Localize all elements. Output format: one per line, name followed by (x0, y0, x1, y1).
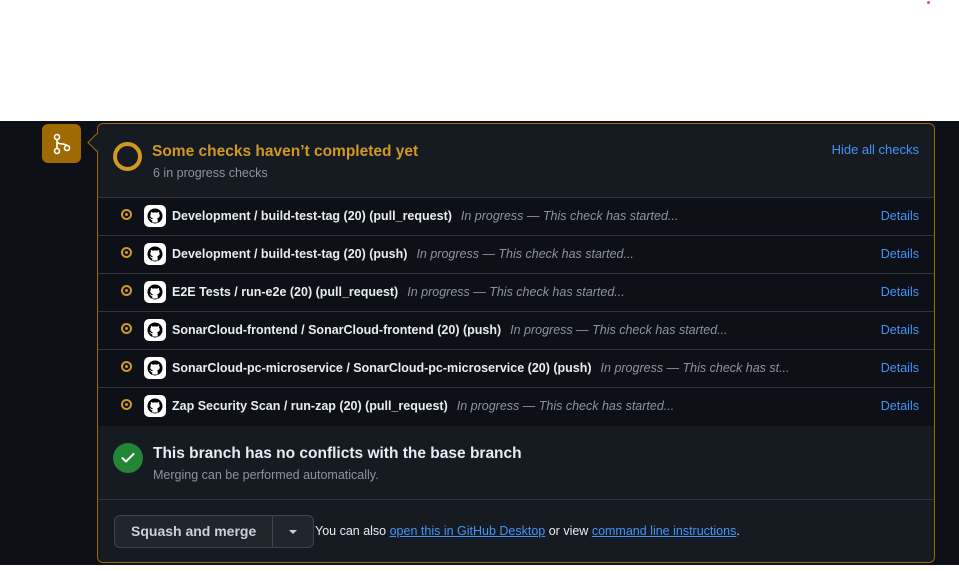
check-status: In progress — This check has started... (416, 247, 634, 261)
github-actions-icon (144, 395, 166, 417)
check-status: In progress — This check has st... (600, 361, 790, 375)
github-actions-icon (144, 319, 166, 341)
check-text: Development / build-test-tag (20) (pull_… (172, 209, 678, 223)
check-status: In progress — This check has started... (510, 323, 728, 337)
check-row: E2E Tests / run-e2e (20) (pull_request) I… (98, 274, 934, 312)
check-name: SonarCloud-frontend / SonarCloud-fronten… (172, 323, 502, 337)
check-list: Development / build-test-tag (20) (pull_… (98, 198, 934, 427)
command-line-instructions-link[interactable]: command line instructions (592, 524, 737, 538)
check-name: SonarCloud-pc-microservice / SonarCloud-… (172, 361, 592, 375)
in-progress-icon (121, 285, 132, 296)
details-link[interactable]: Details (881, 323, 919, 337)
check-row: Development / build-test-tag (20) (pull_… (98, 198, 934, 236)
details-link[interactable]: Details (881, 361, 919, 375)
note-suffix: . (736, 524, 740, 538)
hide-all-checks-link[interactable]: Hide all checks (832, 142, 919, 157)
checks-title: Some checks haven’t completed yet (152, 143, 419, 160)
notification-dot (927, 1, 930, 4)
merge-note: You can also open this in GitHub Desktop… (315, 524, 740, 538)
note-prefix: You can also (315, 524, 387, 538)
in-progress-icon (121, 209, 132, 220)
details-link[interactable]: Details (881, 399, 919, 413)
check-name: E2E Tests / run-e2e (20) (pull_request) (172, 285, 399, 299)
details-link[interactable]: Details (881, 285, 919, 299)
check-row: SonarCloud-frontend / SonarCloud-fronten… (98, 312, 934, 350)
check-row: Zap Security Scan / run-zap (20) (pull_r… (98, 388, 934, 427)
page-bottom-area (0, 565, 959, 571)
github-actions-icon (144, 205, 166, 227)
github-actions-icon (144, 357, 166, 379)
squash-and-merge-button[interactable]: Squash and merge (115, 516, 274, 547)
github-desktop-link[interactable]: open this in GitHub Desktop (390, 524, 546, 538)
chevron-down-icon (289, 529, 298, 534)
github-actions-icon (144, 281, 166, 303)
in-progress-icon (121, 247, 132, 258)
pending-status-icon (113, 142, 142, 171)
note-middle: or view (548, 524, 589, 538)
conflicts-title: This branch has no conflicts with the ba… (153, 445, 522, 462)
in-progress-icon (121, 361, 132, 372)
check-name: Zap Security Scan / run-zap (20) (pull_r… (172, 399, 448, 413)
conflicts-status: This branch has no conflicts with the ba… (98, 426, 934, 500)
check-name: Development / build-test-tag (20) (push) (172, 247, 408, 261)
check-row: SonarCloud-pc-microservice / SonarCloud-… (98, 350, 934, 388)
check-text: Zap Security Scan / run-zap (20) (pull_r… (172, 399, 674, 413)
in-progress-icon (121, 323, 132, 334)
in-progress-icon (121, 399, 132, 410)
merge-actions: Squash and merge You can also open this … (98, 500, 934, 562)
checks-subtitle: 6 in progress checks (153, 166, 268, 180)
git-branch-icon (53, 133, 70, 154)
merge-options-dropdown[interactable] (273, 516, 313, 547)
conflicts-subtitle: Merging can be performed automatically. (153, 468, 379, 482)
check-status: In progress — This check has started... (407, 285, 625, 299)
check-text: SonarCloud-pc-microservice / SonarCloud-… (172, 361, 790, 375)
github-actions-icon (144, 243, 166, 265)
check-text: Development / build-test-tag (20) (push)… (172, 247, 634, 261)
check-text: E2E Tests / run-e2e (20) (pull_request) I… (172, 285, 625, 299)
check-name: Development / build-test-tag (20) (pull_… (172, 209, 452, 223)
merge-status-panel: Some checks haven’t completed yet 6 in p… (97, 123, 935, 563)
check-status: In progress — This check has started... (456, 399, 675, 413)
details-link[interactable]: Details (881, 209, 919, 223)
details-link[interactable]: Details (881, 247, 919, 261)
checks-summary: Some checks haven’t completed yet 6 in p… (98, 124, 934, 198)
check-text: SonarCloud-frontend / SonarCloud-fronten… (172, 323, 728, 337)
page-top-area (0, 0, 959, 121)
check-row: Development / build-test-tag (20) (push)… (98, 236, 934, 274)
check-status: In progress — This check has started... (460, 209, 679, 223)
git-merge-badge (42, 124, 81, 163)
check-circle-icon (113, 443, 143, 473)
merge-button-group: Squash and merge (114, 515, 315, 548)
